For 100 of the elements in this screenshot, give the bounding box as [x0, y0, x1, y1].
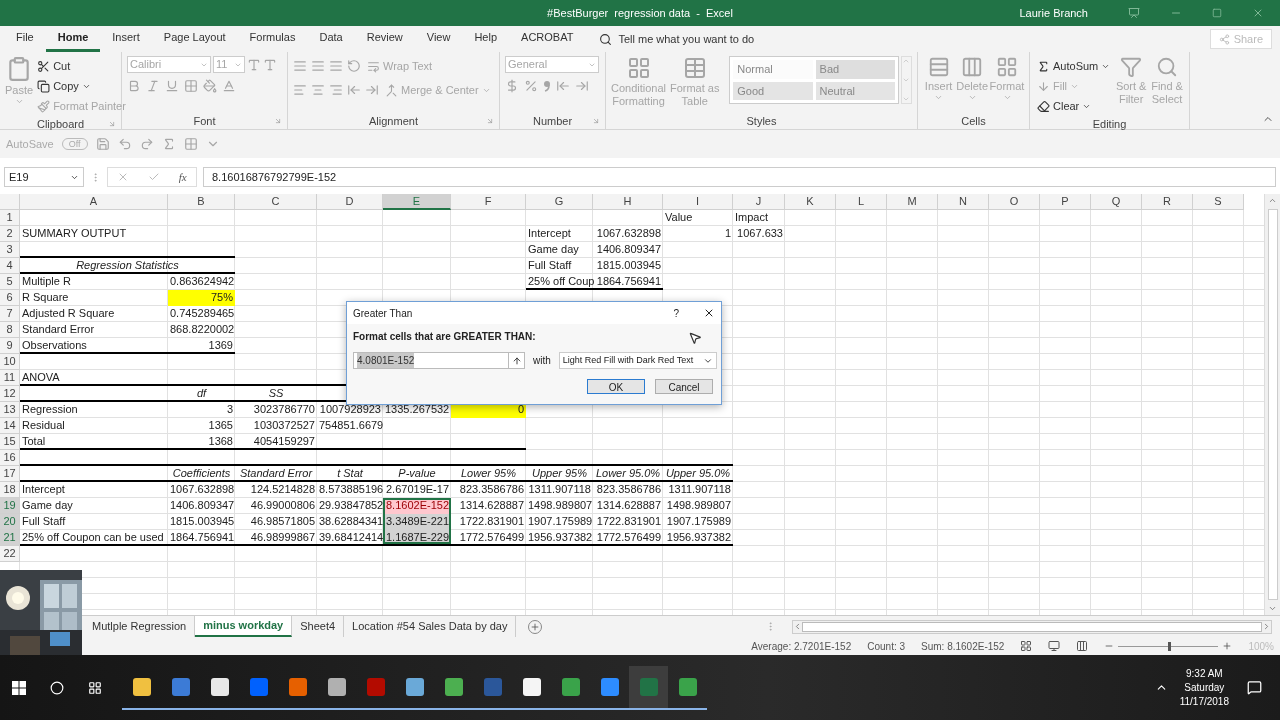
row-header[interactable]: 10 — [0, 354, 20, 370]
ribbon-tab[interactable]: Insert — [100, 26, 152, 52]
launcher-icon[interactable] — [274, 117, 282, 125]
column-header[interactable]: Q — [1091, 194, 1142, 210]
enter-icon[interactable] — [148, 171, 160, 183]
row-header[interactable]: 12 — [0, 386, 20, 402]
font-color-icon[interactable] — [222, 79, 236, 93]
top-align-icon[interactable] — [293, 59, 307, 73]
orientation-icon[interactable] — [347, 59, 361, 73]
row-header[interactable]: 15 — [0, 434, 20, 450]
zoom-thumb[interactable] — [1168, 641, 1172, 651]
row-header[interactable]: 18 — [0, 482, 20, 498]
launcher-icon[interactable] — [486, 117, 494, 125]
row-header[interactable]: 16 — [0, 450, 20, 466]
row-header[interactable]: 13 — [0, 402, 20, 418]
currency-icon[interactable] — [505, 79, 519, 93]
increase-indent-icon[interactable] — [365, 83, 379, 97]
row-header[interactable]: 4 — [0, 258, 20, 274]
formula-field[interactable]: 8.16016876792799E-152 — [203, 167, 1276, 187]
ribbon-tab[interactable]: View — [414, 26, 463, 52]
row-header[interactable]: 8 — [0, 322, 20, 338]
column-header[interactable]: K — [785, 194, 836, 210]
gallery-scrollbar[interactable] — [900, 56, 912, 104]
decrease-indent-icon[interactable] — [347, 83, 361, 97]
italic-icon[interactable] — [146, 79, 160, 93]
column-header[interactable]: M — [887, 194, 938, 210]
ribbon-button[interactable]: Cut — [35, 56, 128, 76]
increase-decimal-icon[interactable] — [575, 79, 589, 93]
column-header[interactable]: S — [1193, 194, 1244, 210]
row-header[interactable]: 6 — [0, 290, 20, 306]
column-header[interactable]: G — [526, 194, 593, 210]
align-left-icon[interactable] — [293, 83, 307, 97]
column-header[interactable]: H — [593, 194, 663, 210]
column-header[interactable]: F — [451, 194, 526, 210]
grow-font-icon[interactable] — [247, 57, 261, 72]
tell-me-field[interactable]: Tell me what you want to do — [599, 26, 755, 52]
column-header[interactable]: E — [383, 194, 451, 210]
page-break-icon[interactable] — [1076, 640, 1089, 652]
ribbon-display-icon[interactable] — [1128, 7, 1140, 19]
zoom-in-icon[interactable] — [1222, 641, 1233, 651]
column-header[interactable]: I — [663, 194, 733, 210]
launcher-icon[interactable] — [108, 120, 116, 128]
scroll-down-icon[interactable] — [902, 76, 911, 84]
row-header[interactable]: 19 — [0, 498, 20, 514]
row-header[interactable]: 2 — [0, 226, 20, 242]
ribbon-tab[interactable]: Help — [462, 26, 510, 52]
column-header[interactable]: C — [235, 194, 317, 210]
search-icon[interactable] — [50, 680, 64, 695]
align-right-icon[interactable] — [329, 83, 343, 97]
scroll-up-icon[interactable] — [902, 57, 911, 65]
save-icon[interactable] — [95, 137, 110, 151]
row-header[interactable]: 21 — [0, 530, 20, 546]
notifications-icon[interactable] — [1247, 680, 1262, 695]
percent-icon[interactable] — [524, 79, 538, 93]
launcher-icon[interactable] — [592, 117, 600, 125]
bold-icon[interactable] — [127, 79, 141, 93]
column-header[interactable]: O — [989, 194, 1040, 210]
ribbon-tab[interactable]: Data — [307, 26, 355, 52]
borders-icon[interactable] — [183, 137, 198, 151]
name-box[interactable]: E19 — [4, 167, 84, 187]
ribbon-tab[interactable]: File — [4, 26, 46, 52]
fill-color-icon[interactable] — [203, 79, 217, 93]
column-header[interactable]: R — [1142, 194, 1193, 210]
scroll-thumb[interactable] — [802, 621, 1262, 632]
decrease-decimal-icon[interactable] — [556, 79, 570, 93]
column-header[interactable]: D — [317, 194, 383, 210]
align-center-icon[interactable] — [311, 83, 325, 97]
windows-start-icon[interactable] — [12, 680, 26, 695]
vertical-scrollbar[interactable] — [1264, 194, 1280, 615]
ribbon-tab[interactable]: Formulas — [237, 26, 308, 52]
redo-icon[interactable] — [139, 137, 154, 151]
ribbon-tab[interactable]: Page Layout — [151, 26, 238, 52]
comma-style-icon[interactable] — [543, 80, 551, 92]
scroll-left-icon[interactable] — [793, 622, 802, 631]
ok-button[interactable]: OK — [587, 379, 645, 394]
column-header[interactable]: B — [168, 194, 235, 210]
row-header[interactable]: 20 — [0, 514, 20, 530]
scroll-thumb[interactable] — [1267, 209, 1278, 600]
shrink-font-icon[interactable] — [263, 57, 277, 72]
column-header[interactable]: P — [1040, 194, 1091, 210]
column-header[interactable]: N — [938, 194, 989, 210]
undo-icon[interactable] — [117, 137, 132, 151]
cell-style[interactable]: Normal — [733, 60, 813, 79]
underline-icon[interactable] — [165, 79, 179, 93]
column-header[interactable]: L — [836, 194, 887, 210]
scroll-down-icon[interactable] — [1268, 604, 1277, 613]
help-button[interactable]: ? — [673, 305, 679, 321]
row-header[interactable]: 17 — [0, 466, 20, 482]
ribbon-button[interactable]: Copy — [35, 76, 128, 96]
value-field[interactable]: 4.0801E-152 — [353, 352, 525, 369]
page-layout-icon[interactable] — [1048, 640, 1061, 652]
row-header[interactable]: 3 — [0, 242, 20, 258]
row-header[interactable]: 7 — [0, 306, 20, 322]
taskbar-button[interactable] — [629, 665, 668, 710]
borders-icon[interactable] — [184, 79, 198, 93]
ribbon-tab[interactable]: ACROBAT — [509, 26, 586, 52]
more-icon[interactable] — [902, 95, 911, 103]
normal-view-icon[interactable] — [1020, 640, 1033, 652]
cancel-button[interactable]: Cancel — [655, 379, 713, 394]
row-header[interactable]: 14 — [0, 418, 20, 434]
